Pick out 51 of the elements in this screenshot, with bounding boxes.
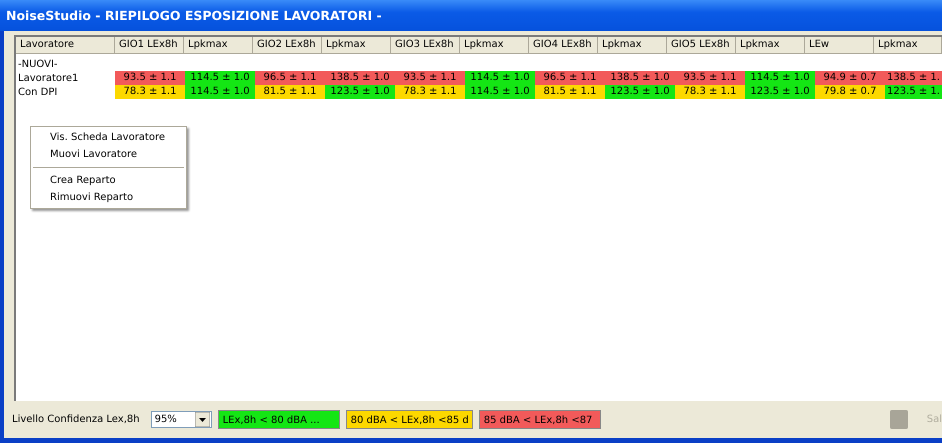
menu-item[interactable]: Vis. Scheda Lavoratore [31, 129, 186, 146]
column-header[interactable]: Lpkmax [460, 37, 529, 53]
table-cell: 123.5 ± 1.0 [605, 85, 675, 99]
column-header[interactable]: Lpkmax [598, 37, 667, 53]
table-cell: 93.5 ± 1.1 [675, 71, 745, 85]
table-cell-text: Con DPI [17, 86, 58, 98]
column-header[interactable]: Lpkmax [736, 37, 805, 53]
column-header[interactable]: Lavoratore [16, 37, 115, 53]
table-cell: 96.5 ± 1.1 [255, 71, 325, 85]
table-cell: 96.5 ± 1.1 [535, 71, 605, 85]
menu-item[interactable]: Rimuovi Reparto [31, 189, 186, 206]
legend-label: 80 dBA < LEx,8h <85 d [346, 410, 473, 429]
table-cell: 78.3 ± 1.1 [675, 85, 745, 99]
table-cell: 123.5 ± 1. [885, 85, 942, 99]
window-title: NoiseStudio - RIEPILOGO ESPOSIZIONE LAVORATORI - [6, 8, 382, 23]
table-cell: 94.9 ± 0.7 [815, 71, 885, 85]
column-header[interactable]: GIO1 LEx8h [115, 37, 184, 53]
column-header[interactable]: LEw [805, 37, 874, 53]
table-cell: 78.3 ± 1.1 [115, 85, 185, 99]
table-cell: 81.5 ± 1.1 [535, 85, 605, 99]
table-cell: 114.5 ± 1.0 [465, 85, 535, 99]
column-header[interactable]: GIO4 LEx8h [529, 37, 598, 53]
column-header[interactable]: GIO3 LEx8h [391, 37, 460, 53]
column-header[interactable]: Lpkmax [184, 37, 253, 53]
table-cell: 114.5 ± 1.0 [185, 71, 255, 85]
table-cell: 93.5 ± 1.1 [395, 71, 465, 85]
table-cell: 114.5 ± 1.0 [185, 85, 255, 99]
table-cell: 123.5 ± 1.0 [325, 85, 395, 99]
table-cell-text: Lavoratore1 [17, 72, 80, 84]
table-cell: 114.5 ± 1.0 [745, 71, 815, 85]
confidence-label: Livello Confidenza Lex,8h [12, 414, 140, 425]
group-label: -NUOVI- [17, 58, 58, 70]
legend-label: LEx,8h < 80 dBA ... [218, 410, 340, 429]
table-cell: 93.5 ± 1.1 [115, 71, 185, 85]
table-cell: 114.5 ± 1.0 [465, 71, 535, 85]
table-cell: 138.5 ± 1. [885, 71, 942, 85]
column-header[interactable]: Lpkmax [322, 37, 391, 53]
column-header[interactable]: GIO2 LEx8h [253, 37, 322, 53]
table-cell: 81.5 ± 1.1 [255, 85, 325, 99]
table-cell: 138.5 ± 1.0 [325, 71, 395, 85]
menu-item[interactable]: Muovi Lavoratore [31, 146, 186, 163]
legend-label: 85 dBA < LEx,8h <87 [478, 410, 601, 429]
confidence-dropdown[interactable]: 95% [150, 411, 212, 428]
table-cell: 79.8 ± 0.7 [815, 85, 885, 99]
menu-item[interactable]: Crea Reparto [31, 172, 186, 189]
table-cell: 78.3 ± 1.1 [395, 85, 465, 99]
dropdown-arrow-icon [194, 412, 210, 427]
column-header[interactable]: GIO5 LEx8h [667, 37, 736, 53]
table-cell: 138.5 ± 1.0 [605, 71, 675, 85]
column-header[interactable]: Lpkmax [874, 37, 942, 53]
table-cell: 123.5 ± 1.0 [745, 85, 815, 99]
